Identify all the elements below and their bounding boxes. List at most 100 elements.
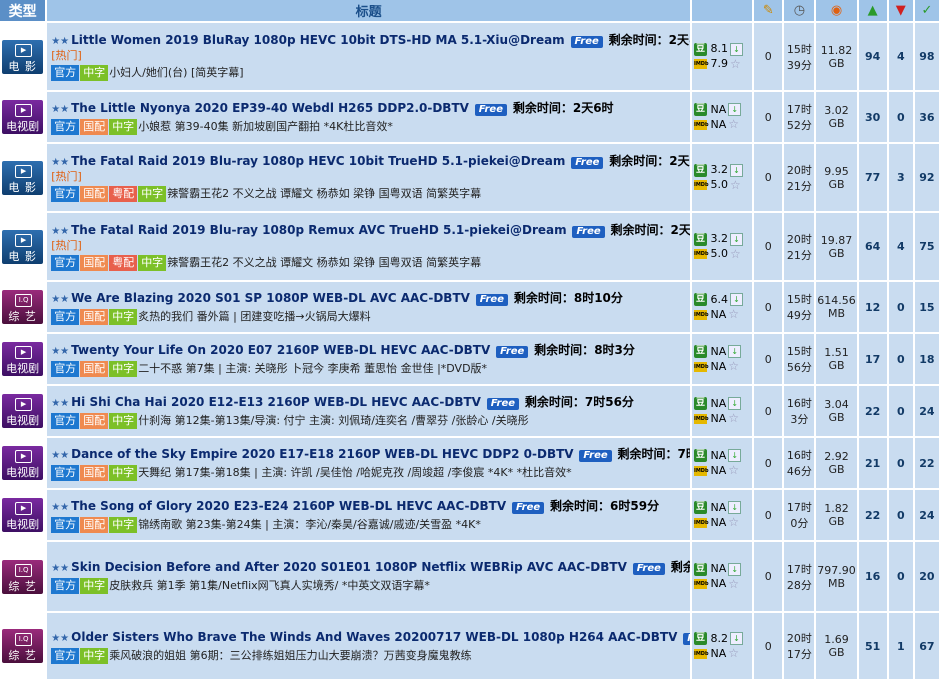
- category-icon[interactable]: I.Q 综 艺: [2, 559, 44, 594]
- leechers-count[interactable]: 0: [888, 282, 913, 332]
- douban-icon[interactable]: 豆: [693, 449, 707, 463]
- download-icon[interactable]: ↓: [729, 632, 743, 646]
- seeders-count[interactable]: 22: [858, 490, 887, 540]
- completed-count[interactable]: 98: [914, 23, 939, 90]
- comments-count[interactable]: 0: [754, 213, 783, 280]
- imdb-icon[interactable]: IMDb: [693, 648, 709, 659]
- completed-count[interactable]: 36: [914, 92, 939, 142]
- leechers-count[interactable]: 4: [888, 23, 913, 90]
- torrent-title-link[interactable]: The Song of Glory 2020 E23-E24 2160P WEB…: [71, 499, 506, 513]
- leechers-count[interactable]: 4: [888, 213, 913, 280]
- seeders-count[interactable]: 30: [858, 92, 887, 142]
- douban-icon[interactable]: 豆: [693, 397, 707, 411]
- imdb-icon[interactable]: IMDb: [693, 361, 709, 372]
- completed-count[interactable]: 22: [914, 438, 939, 488]
- torrent-title-link[interactable]: Dance of the Sky Empire 2020 E17-E18 216…: [71, 447, 573, 461]
- leechers-count[interactable]: 0: [888, 542, 913, 611]
- seeders-count[interactable]: 94: [858, 23, 887, 90]
- seeders-count[interactable]: 51: [858, 613, 887, 679]
- download-icon[interactable]: ↓: [728, 397, 742, 411]
- leechers-count[interactable]: 1: [888, 613, 913, 679]
- imdb-icon[interactable]: IMDb: [693, 465, 709, 476]
- comments-count[interactable]: 0: [754, 282, 783, 332]
- category-icon[interactable]: I.Q 综 艺: [2, 629, 44, 663]
- torrent-title-link[interactable]: Twenty Your Life On 2020 E07 2160P WEB-D…: [71, 343, 490, 357]
- completed-count[interactable]: 18: [914, 334, 939, 384]
- torrent-title-link[interactable]: Hi Shi Cha Hai 2020 E12-E13 2160P WEB-DL…: [71, 395, 481, 409]
- douban-icon[interactable]: 豆: [693, 501, 707, 515]
- category-icon[interactable]: ▶ 电视剧: [2, 446, 44, 480]
- category-icon[interactable]: ▶ 电视剧: [2, 498, 44, 532]
- category-cell[interactable]: I.Q 综 艺: [0, 282, 46, 332]
- bookmark-star-icon[interactable]: ☆: [728, 359, 739, 373]
- header-size[interactable]: ◉: [816, 0, 857, 21]
- imdb-icon[interactable]: IMDb: [693, 309, 709, 320]
- bookmark-star-icon[interactable]: ☆: [730, 247, 741, 261]
- category-cell[interactable]: ▶ 电 影: [0, 213, 46, 280]
- douban-icon[interactable]: 豆: [693, 42, 707, 56]
- bookmark-star-icon[interactable]: ☆: [730, 178, 741, 192]
- imdb-icon[interactable]: IMDb: [693, 413, 709, 424]
- download-icon[interactable]: ↓: [728, 103, 742, 117]
- seeders-count[interactable]: 16: [858, 542, 887, 611]
- completed-count[interactable]: 75: [914, 213, 939, 280]
- header-completed[interactable]: ✓: [914, 0, 939, 21]
- seeders-count[interactable]: 21: [858, 438, 887, 488]
- douban-icon[interactable]: 豆: [693, 293, 707, 307]
- completed-count[interactable]: 15: [914, 282, 939, 332]
- category-cell[interactable]: ▶ 电视剧: [0, 490, 46, 540]
- download-icon[interactable]: ↓: [729, 163, 743, 177]
- header-time[interactable]: ◷: [784, 0, 815, 21]
- header-leechers[interactable]: ▼: [888, 0, 913, 21]
- leechers-count[interactable]: 0: [888, 386, 913, 436]
- leechers-count[interactable]: 3: [888, 144, 913, 211]
- download-icon[interactable]: ↓: [729, 293, 743, 307]
- comments-count[interactable]: 0: [754, 613, 783, 679]
- leechers-count[interactable]: 0: [888, 438, 913, 488]
- comments-count[interactable]: 0: [754, 490, 783, 540]
- category-icon[interactable]: I.Q 综 艺: [2, 290, 44, 324]
- torrent-title-link[interactable]: We Are Blazing 2020 S01 SP 1080P WEB-DL …: [71, 291, 470, 305]
- category-cell[interactable]: ▶ 电视剧: [0, 334, 46, 384]
- douban-icon[interactable]: 豆: [693, 103, 707, 117]
- bookmark-star-icon[interactable]: ☆: [730, 57, 741, 71]
- comments-count[interactable]: 0: [754, 92, 783, 142]
- category-icon[interactable]: ▶ 电视剧: [2, 100, 44, 134]
- header-comments[interactable]: ✎: [754, 0, 783, 21]
- download-icon[interactable]: ↓: [728, 501, 742, 515]
- bookmark-star-icon[interactable]: ☆: [728, 646, 739, 660]
- imdb-icon[interactable]: IMDb: [693, 59, 709, 70]
- imdb-icon[interactable]: IMDb: [693, 180, 709, 191]
- category-cell[interactable]: ▶ 电视剧: [0, 92, 46, 142]
- category-cell[interactable]: ▶ 电视剧: [0, 438, 46, 488]
- category-icon[interactable]: ▶ 电 影: [2, 229, 44, 264]
- header-title[interactable]: 标题: [47, 0, 690, 21]
- seeders-count[interactable]: 77: [858, 144, 887, 211]
- category-icon[interactable]: ▶ 电 影: [2, 39, 44, 74]
- bookmark-star-icon[interactable]: ☆: [728, 117, 739, 131]
- comments-count[interactable]: 0: [754, 386, 783, 436]
- seeders-count[interactable]: 12: [858, 282, 887, 332]
- category-cell[interactable]: I.Q 综 艺: [0, 613, 46, 679]
- leechers-count[interactable]: 0: [888, 334, 913, 384]
- header-type[interactable]: 类型: [0, 0, 46, 21]
- completed-count[interactable]: 92: [914, 144, 939, 211]
- download-icon[interactable]: ↓: [728, 449, 742, 463]
- bookmark-star-icon[interactable]: ☆: [728, 577, 739, 591]
- completed-count[interactable]: 20: [914, 542, 939, 611]
- category-cell[interactable]: ▶ 电 影: [0, 144, 46, 211]
- torrent-title-link[interactable]: Little Women 2019 BluRay 1080p HEVC 10bi…: [71, 33, 565, 47]
- completed-count[interactable]: 67: [914, 613, 939, 679]
- seeders-count[interactable]: 22: [858, 386, 887, 436]
- download-icon[interactable]: ↓: [728, 345, 742, 359]
- leechers-count[interactable]: 0: [888, 92, 913, 142]
- torrent-title-link[interactable]: Skin Decision Before and After 2020 S01E…: [71, 560, 627, 574]
- completed-count[interactable]: 24: [914, 386, 939, 436]
- torrent-title-link[interactable]: The Little Nyonya 2020 EP39-40 Webdl H26…: [71, 101, 469, 115]
- category-icon[interactable]: ▶ 电视剧: [2, 342, 44, 376]
- category-icon[interactable]: ▶ 电视剧: [2, 394, 44, 428]
- douban-icon[interactable]: 豆: [693, 163, 707, 177]
- imdb-icon[interactable]: IMDb: [693, 517, 709, 528]
- bookmark-star-icon[interactable]: ☆: [728, 307, 739, 321]
- category-icon[interactable]: ▶ 电 影: [2, 160, 44, 195]
